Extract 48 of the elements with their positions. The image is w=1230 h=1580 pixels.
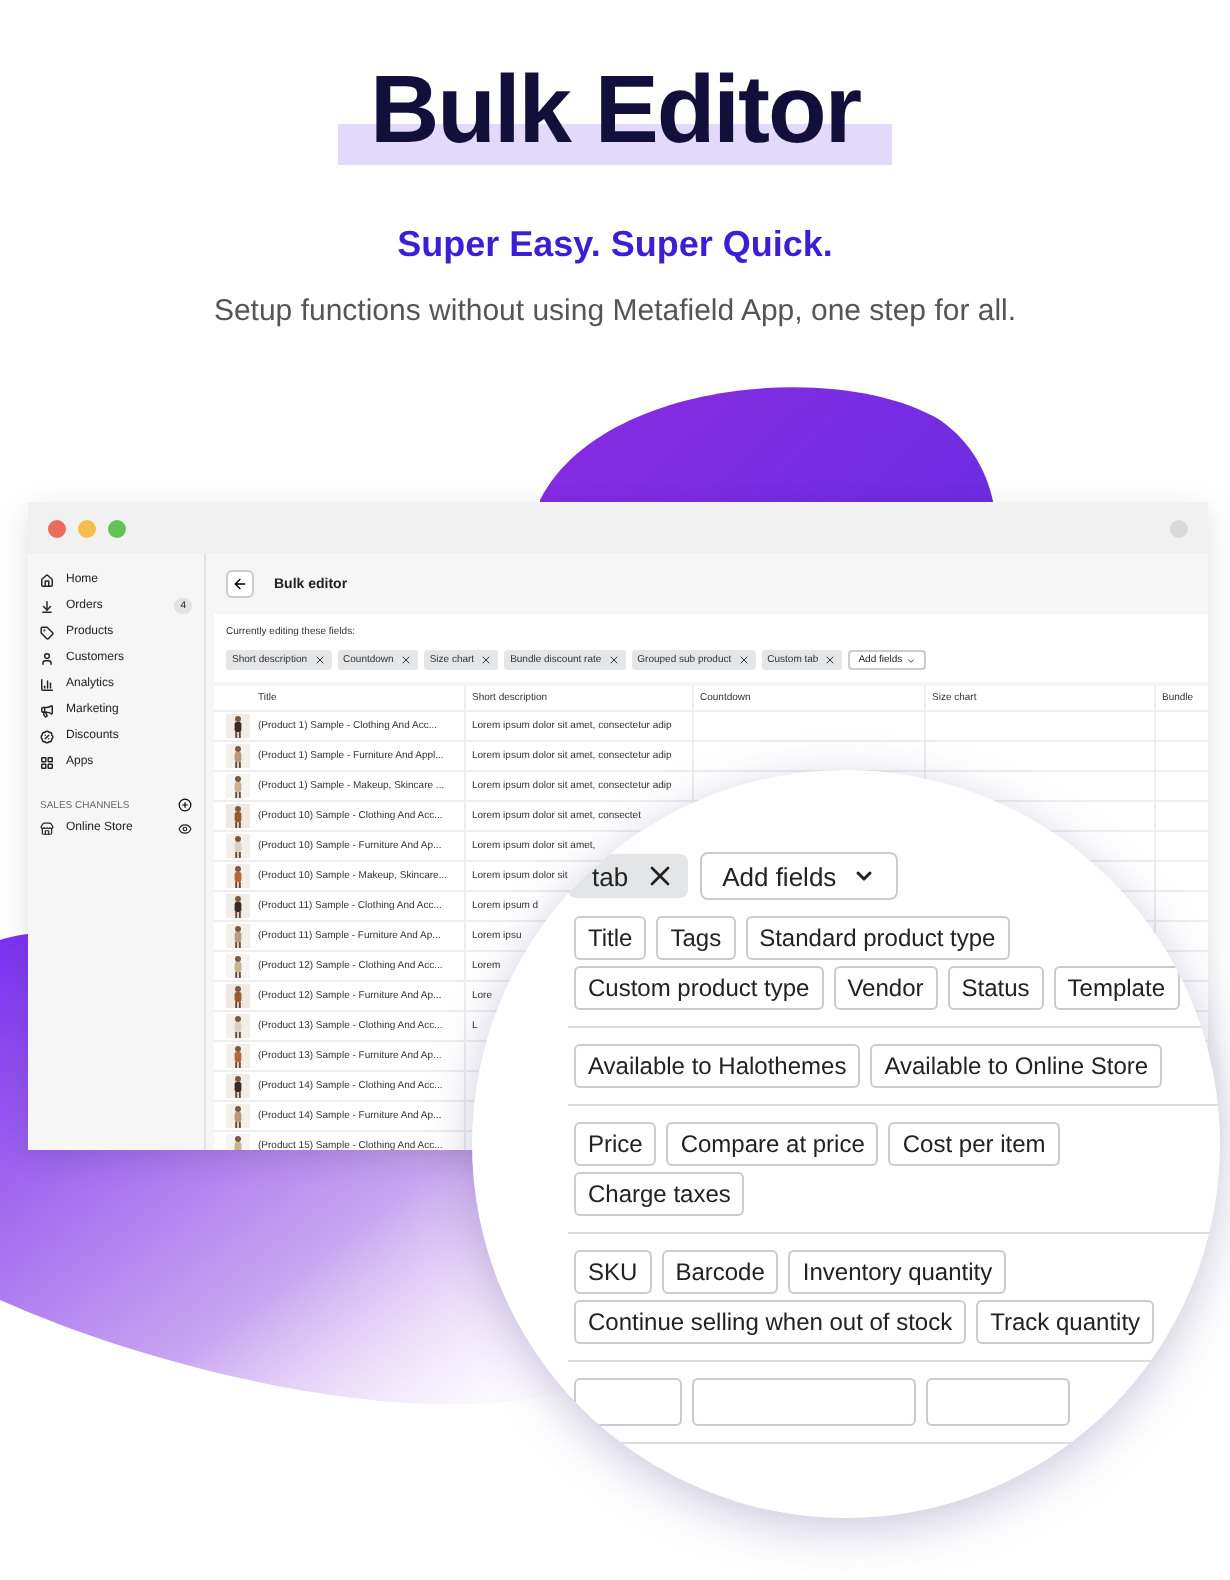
tag-icon [40, 625, 54, 639]
close-icon[interactable] [313, 654, 326, 666]
grid-icon [40, 755, 54, 769]
field-option[interactable]: Vendor [833, 966, 938, 1010]
field-option[interactable]: Custom product type [574, 966, 824, 1010]
percent-badge-icon [40, 729, 54, 743]
person-icon [40, 651, 54, 665]
field-option[interactable] [926, 1378, 1070, 1426]
field-option[interactable]: Template [1053, 966, 1179, 1010]
field-option[interactable]: Standard product type [745, 916, 1010, 960]
description: Setup functions without using Metafield App, one step for all. [213, 294, 1017, 328]
close-icon[interactable] [737, 654, 750, 666]
field-option[interactable]: Available to Online Store [870, 1044, 1163, 1088]
maximize-dot[interactable] [108, 519, 126, 537]
add-icon[interactable] [178, 798, 192, 812]
back-arrow-icon [232, 576, 248, 592]
home-icon [40, 573, 54, 587]
field-option[interactable]: Track quantity [976, 1300, 1155, 1344]
window-control-dot [1170, 519, 1188, 537]
store-icon [40, 821, 54, 835]
megaphone-icon [40, 703, 54, 717]
field-option[interactable]: Available to Halothemes [574, 1044, 861, 1088]
field-option[interactable]: Inventory quantity [788, 1250, 1007, 1294]
field-option[interactable]: Price [574, 1122, 657, 1166]
close-icon[interactable] [399, 654, 412, 666]
field-option[interactable]: Charge taxes [574, 1172, 745, 1216]
close-icon[interactable] [824, 654, 837, 666]
download-icon [40, 599, 54, 613]
eye-icon[interactable] [178, 821, 192, 835]
field-option[interactable]: Continue selling when out of stock [574, 1300, 967, 1344]
field-option[interactable]: Tags [656, 916, 736, 960]
add-fields-button[interactable]: Add fields [700, 852, 899, 900]
field-option[interactable] [574, 1378, 682, 1426]
back-button[interactable] [226, 570, 254, 598]
field-option[interactable] [692, 1378, 916, 1426]
minimize-dot[interactable] [78, 519, 96, 537]
field-option[interactable]: Barcode [661, 1250, 779, 1294]
field-option[interactable]: SKU [574, 1250, 652, 1294]
tagline: Super Easy. Super Quick. [397, 224, 833, 266]
field-option[interactable]: Cost per item [888, 1122, 1060, 1166]
close-dot[interactable] [48, 519, 66, 537]
close-icon[interactable] [480, 654, 493, 666]
field-option[interactable]: Title [574, 916, 647, 960]
field-option[interactable]: Status [947, 966, 1044, 1010]
caret-icon [906, 655, 917, 665]
bar-chart-icon [40, 677, 54, 691]
field-option[interactable]: Compare at price [666, 1122, 879, 1166]
close-icon[interactable] [607, 654, 620, 666]
